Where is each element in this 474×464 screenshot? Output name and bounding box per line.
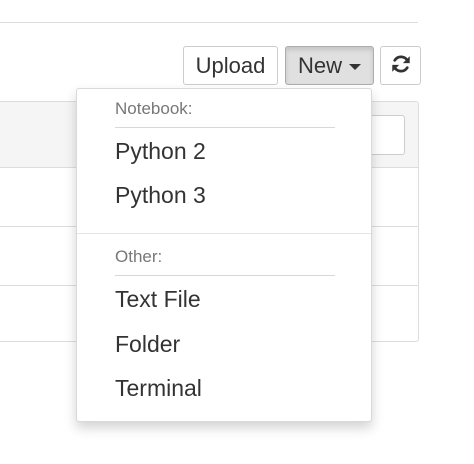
menu-item-python-2[interactable]: Python 2 xyxy=(115,138,206,165)
menu-header-divider xyxy=(115,127,335,128)
menu-header-notebook: Notebook: xyxy=(115,99,193,118)
notebook-dashboard: Upload New ed go go go Notebook: xyxy=(0,0,474,464)
menu-divider xyxy=(77,233,371,234)
top-divider xyxy=(0,22,418,23)
refresh-icon xyxy=(390,53,412,79)
upload-button[interactable]: Upload xyxy=(183,46,278,85)
menu-item-python-3[interactable]: Python 3 xyxy=(115,182,206,209)
menu-item-folder[interactable]: Folder xyxy=(115,331,180,358)
new-dropdown-menu: Notebook: Python 2 Python 3 Other: Text … xyxy=(76,88,372,422)
menu-header-other: Other: xyxy=(115,247,163,266)
caret-down-icon xyxy=(349,64,361,70)
new-button-label: New xyxy=(297,52,342,78)
menu-item-text-file[interactable]: Text File xyxy=(115,286,201,313)
menu-header-divider xyxy=(115,275,335,276)
new-button[interactable]: New xyxy=(285,46,374,85)
menu-item-terminal[interactable]: Terminal xyxy=(115,375,202,402)
refresh-button[interactable] xyxy=(380,46,421,85)
